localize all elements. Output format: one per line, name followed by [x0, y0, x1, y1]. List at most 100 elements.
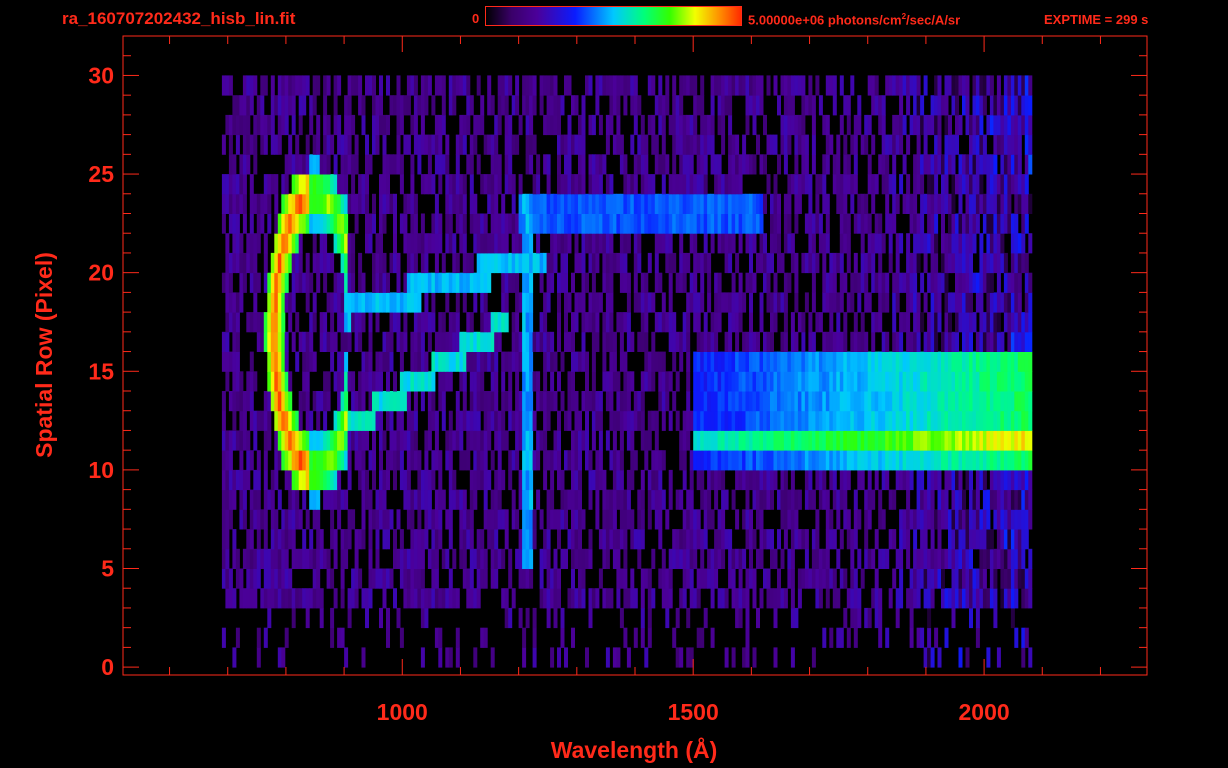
heatmap-cell — [536, 430, 541, 451]
heatmap-cell — [612, 410, 617, 431]
heatmap-cell — [228, 134, 233, 155]
heatmap-cell — [242, 75, 247, 96]
heatmap-cell — [965, 450, 970, 471]
heatmap-cell — [700, 174, 705, 195]
heatmap-cell — [1024, 568, 1029, 589]
heatmap-cell — [532, 509, 537, 530]
heatmap-cell — [260, 548, 265, 569]
heatmap-cell — [902, 509, 907, 530]
heatmap-cell — [735, 469, 740, 491]
heatmap-cell — [724, 391, 729, 412]
heatmap-cell — [832, 331, 837, 352]
heatmap-cell — [682, 174, 687, 195]
heatmap-cell — [1024, 371, 1029, 392]
heatmap-cell — [351, 75, 356, 96]
heatmap-cell — [948, 391, 952, 412]
heatmap-cell — [738, 213, 743, 234]
heatmap-cell — [965, 509, 970, 530]
heatmap-cell — [225, 548, 230, 569]
heatmap-cell — [333, 174, 338, 195]
heatmap-cell — [316, 154, 321, 175]
heatmap-cell — [979, 292, 984, 313]
heatmap-cell — [298, 272, 303, 293]
heatmap-cell — [787, 391, 792, 412]
heatmap-cell — [351, 252, 356, 274]
heatmap-cell — [986, 489, 991, 510]
heatmap-cell — [745, 114, 750, 136]
heatmap-cell — [295, 233, 300, 254]
heatmap-cell — [899, 312, 904, 333]
heatmap-cell — [445, 647, 450, 668]
heatmap-cell — [996, 114, 1001, 136]
heatmap-cell — [298, 75, 303, 96]
heatmap-cell — [749, 529, 753, 550]
heatmap-cell — [330, 292, 335, 313]
heatmap-cell — [770, 331, 774, 352]
heatmap-cell — [993, 174, 998, 195]
heatmap-cell — [836, 391, 841, 412]
heatmap-cell — [710, 371, 715, 392]
heatmap-cell — [962, 154, 966, 175]
heatmap-cell — [372, 213, 376, 234]
heatmap-cell — [480, 371, 485, 392]
heatmap-cell — [438, 469, 443, 491]
heatmap-cell — [783, 134, 788, 155]
heatmap-cell — [965, 568, 970, 589]
heatmap-cell — [585, 213, 589, 234]
heatmap-cell — [623, 95, 628, 116]
heatmap-cell — [284, 174, 289, 195]
heatmap-cell — [508, 450, 513, 471]
heatmap-cell — [916, 134, 921, 155]
heatmap-cell — [309, 95, 314, 116]
heatmap-cell — [406, 548, 411, 569]
heatmap-cell — [249, 351, 254, 372]
heatmap-cell — [728, 312, 733, 333]
heatmap-cell — [379, 410, 383, 431]
heatmap-cell — [717, 410, 722, 431]
heatmap-cell — [340, 588, 345, 609]
heatmap-cell — [291, 213, 296, 234]
heatmap-cell — [679, 588, 684, 609]
heatmap-cell — [920, 509, 925, 530]
heatmap-cell — [595, 450, 600, 471]
heatmap-cell — [515, 213, 520, 234]
heatmap-cell — [424, 607, 429, 629]
heatmap-cell — [654, 410, 659, 431]
heatmap-cell — [399, 95, 404, 116]
heatmap-cell — [263, 252, 268, 274]
heatmap-cell — [340, 331, 345, 352]
heatmap-cell — [351, 391, 356, 412]
heatmap-cell — [536, 193, 541, 214]
heatmap-cell — [312, 391, 317, 412]
heatmap-cell — [1028, 75, 1033, 96]
heatmap-cell — [696, 134, 701, 155]
heatmap-cell — [909, 391, 914, 412]
heatmap-cell — [892, 114, 897, 136]
heatmap-cell — [270, 489, 275, 510]
heatmap-cell — [281, 509, 286, 530]
heatmap-cell — [993, 292, 998, 313]
heatmap-cell — [846, 627, 851, 648]
heatmap-cell — [277, 588, 282, 609]
heatmap-cell — [766, 272, 771, 293]
heatmap-cell — [832, 95, 837, 116]
heatmap-cell — [832, 351, 837, 372]
heatmap-cell — [839, 489, 844, 510]
heatmap-cell — [668, 469, 673, 491]
heatmap-cell — [832, 391, 837, 412]
heatmap-cell — [770, 469, 774, 491]
heatmap-cell — [494, 410, 499, 431]
heatmap-cell — [989, 174, 994, 195]
heatmap-cell — [864, 134, 869, 155]
heatmap-cell — [347, 272, 352, 293]
heatmap-cell — [571, 469, 575, 491]
heatmap-cell — [571, 430, 575, 451]
heatmap-cell — [225, 450, 230, 471]
heatmap-cell — [888, 588, 893, 609]
heatmap-cell — [302, 193, 307, 214]
heatmap-cell — [829, 331, 834, 352]
heatmap-cell — [386, 391, 390, 412]
heatmap-cell — [710, 75, 715, 96]
heatmap-cell — [379, 568, 383, 589]
heatmap-cell — [797, 312, 802, 333]
